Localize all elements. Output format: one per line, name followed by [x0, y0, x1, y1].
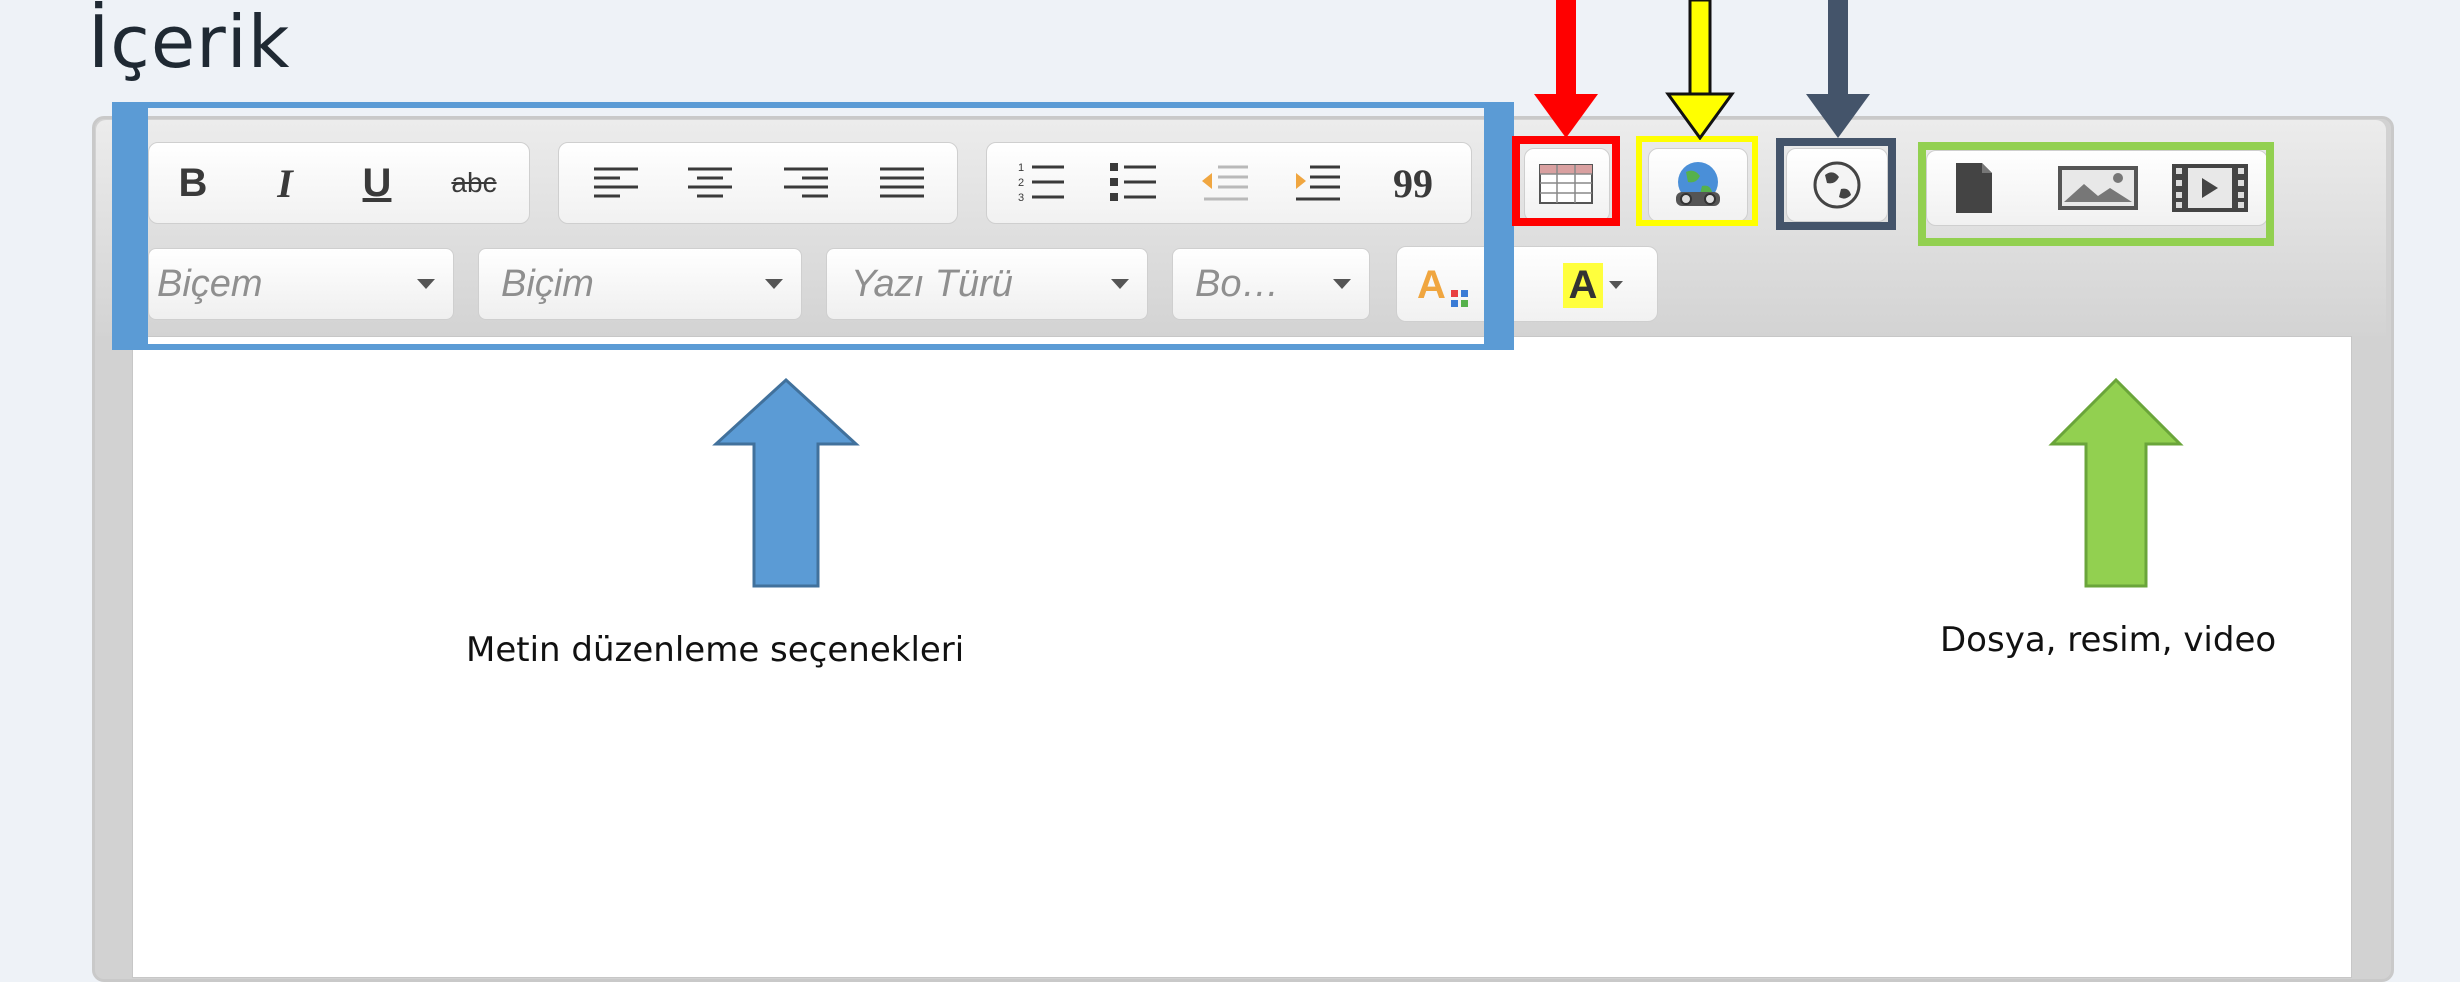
align-left-icon [594, 167, 638, 198]
background-color-label: A [1562, 262, 1604, 308]
link-button[interactable] [1661, 155, 1735, 215]
svg-text:2: 2 [1018, 177, 1024, 189]
media-options-caption: Dosya, resim, video [1940, 620, 2277, 660]
list-group: 1 2 3 99 [986, 142, 1472, 224]
page-title: İçerik [88, 0, 291, 84]
bold-button[interactable]: B [163, 151, 223, 215]
size-combo-label: Bo… [1195, 263, 1280, 305]
basic-styles-group: B I U abc [148, 142, 530, 224]
format-combo[interactable]: Biçim [478, 248, 802, 320]
table-icon [1539, 164, 1593, 204]
bullet-list-button[interactable] [1099, 153, 1169, 213]
style-combo[interactable]: Biçem [148, 248, 454, 320]
red-arrow [1534, 0, 1598, 138]
align-center-icon [688, 167, 732, 198]
embed-button[interactable] [1801, 155, 1873, 215]
font-combo-label: Yazı Türü [851, 263, 1013, 305]
indent-button[interactable] [1283, 153, 1353, 213]
link-group [1648, 148, 1748, 222]
italic-button[interactable]: I [255, 151, 315, 215]
table-group [1524, 148, 1610, 222]
chevron-down-icon [1111, 279, 1129, 289]
size-combo[interactable]: Bo… [1172, 248, 1370, 320]
blockquote-button[interactable]: 99 [1375, 153, 1451, 213]
justify-icon [880, 167, 924, 198]
outdent-button[interactable] [1191, 153, 1261, 213]
alignment-group [558, 142, 958, 224]
format-combo-label: Biçim [501, 263, 594, 305]
file-button[interactable] [1941, 157, 2007, 219]
media-group [1926, 150, 2268, 226]
chevron-down-icon [1609, 281, 1624, 289]
svg-text:A: A [1417, 263, 1446, 307]
yellow-arrow [1665, 0, 1735, 140]
strikethrough-button[interactable]: abc [439, 151, 509, 215]
svg-text:1: 1 [1018, 162, 1024, 174]
justify-button[interactable] [867, 153, 937, 213]
color-group: A A [1396, 246, 1658, 322]
bullet-list-icon [1110, 163, 1156, 201]
video-button[interactable] [2167, 157, 2253, 219]
align-center-button[interactable] [675, 153, 745, 213]
globe-link-icon [1676, 162, 1720, 206]
align-left-button[interactable] [581, 153, 651, 213]
text-options-caption: Metin düzenleme seçenekleri [466, 630, 965, 670]
text-color-button[interactable]: A [1411, 253, 1481, 315]
underline-button[interactable]: U [347, 151, 407, 215]
file-icon [1956, 163, 1992, 213]
chevron-down-icon [1333, 279, 1351, 289]
numbered-list-icon: 1 2 3 [1018, 162, 1064, 204]
align-right-icon [784, 167, 828, 198]
numbered-list-button[interactable]: 1 2 3 [1007, 153, 1077, 213]
outdent-icon [1202, 165, 1248, 201]
style-combo-label: Biçem [157, 263, 263, 305]
embed-group [1786, 148, 1888, 222]
indent-icon [1296, 165, 1340, 201]
gray-arrow [1806, 0, 1870, 138]
font-combo[interactable]: Yazı Türü [826, 248, 1148, 320]
blue-up-arrow [712, 377, 860, 588]
align-right-button[interactable] [771, 153, 841, 213]
text-color-icon: A [1417, 263, 1468, 307]
svg-text:3: 3 [1018, 192, 1024, 204]
image-button[interactable] [2053, 157, 2143, 219]
globe-icon [1813, 161, 1861, 209]
chevron-down-icon [417, 279, 435, 289]
image-icon [2058, 166, 2138, 210]
chevron-down-icon [765, 279, 783, 289]
video-icon [2172, 164, 2248, 212]
green-up-arrow [2048, 377, 2184, 588]
background-color-button[interactable]: A [1543, 257, 1643, 313]
table-button[interactable] [1533, 155, 1599, 213]
